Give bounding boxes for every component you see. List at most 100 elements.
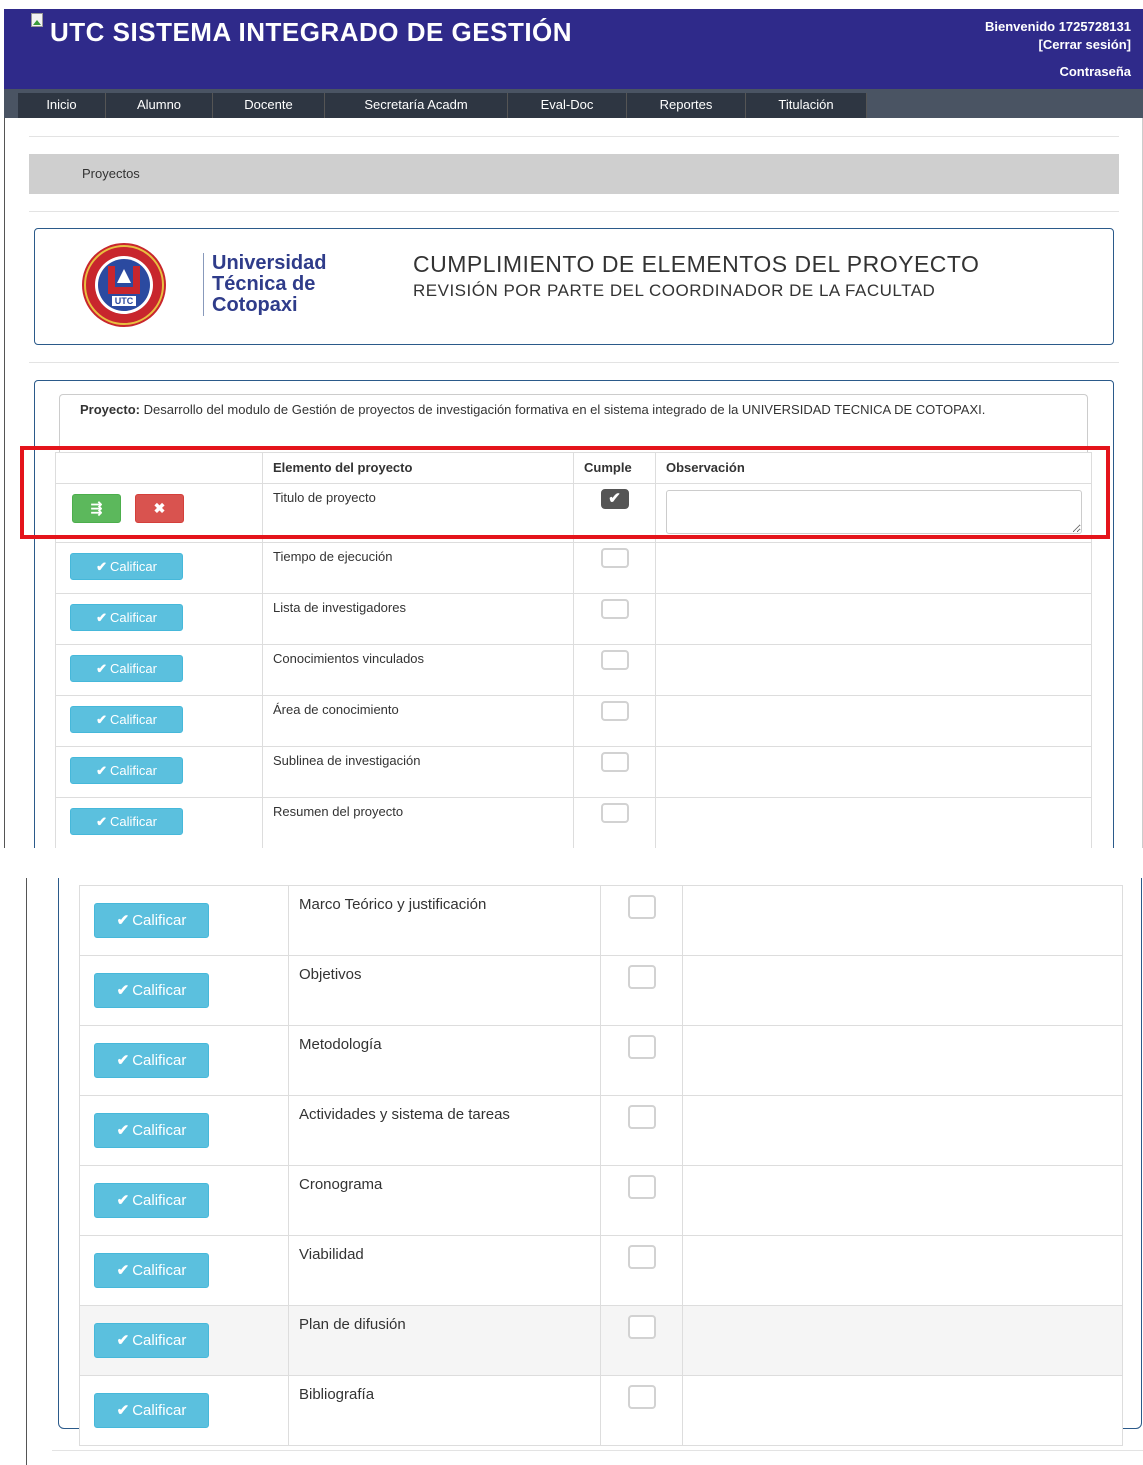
cumple-checkbox[interactable] (627, 965, 656, 989)
row-actions: ✔ Calificar (55, 593, 263, 645)
divider (29, 362, 1119, 363)
cumple-checkbox[interactable] (627, 1385, 656, 1409)
row-actions: ✔ Calificar (55, 746, 263, 798)
row-actions: ✔ Calificar (79, 1165, 289, 1236)
cumple-cell (573, 542, 656, 594)
cumple-checkbox[interactable] (600, 599, 629, 619)
table-row: ✔ Calificar Conocimientos vinculados (55, 644, 1092, 696)
welcome-text: Bienvenido 1725728131 (985, 19, 1131, 34)
row-actions: ✔ Calificar (79, 1375, 289, 1446)
cumple-cell (600, 1375, 683, 1446)
calificar-button[interactable]: ✔ Calificar (70, 808, 183, 835)
observacion-cell (655, 695, 1092, 747)
check-icon: ✔ (116, 1122, 130, 1139)
calificar-button[interactable]: ✔ Calificar (94, 1393, 209, 1428)
nav-eval-doc[interactable]: Eval-Doc (508, 93, 627, 118)
observacion-cell (682, 1165, 1123, 1236)
element-name: Sublinea de investigación (262, 746, 574, 798)
cumple-checkbox[interactable] (600, 548, 629, 568)
element-name: Metodología (288, 1025, 601, 1096)
check-icon: ✔ (116, 1332, 130, 1349)
row-actions: ✔ Calificar (79, 885, 289, 956)
check-icon: ✔ (116, 912, 130, 929)
check-icon: ✔ (116, 982, 130, 999)
row-actions: ✔ Calificar (79, 1305, 289, 1376)
cumple-cell (573, 695, 656, 747)
element-name: Objetivos (288, 955, 601, 1026)
cumple-checkbox[interactable] (627, 1035, 656, 1059)
cumple-cell (600, 955, 683, 1026)
table-row: ✔ Calificar Sublinea de investigación (55, 746, 1092, 798)
breadcrumb-item[interactable]: Proyectos (82, 166, 140, 181)
element-name: Bibliografía (288, 1375, 601, 1446)
calificar-button[interactable]: ✔ Calificar (94, 1183, 209, 1218)
calificar-button[interactable]: ✔ Calificar (94, 903, 209, 938)
check-icon: ✔ (96, 559, 107, 574)
page-title: CUMPLIMIENTO DE ELEMENTOS DEL PROYECTO (413, 251, 980, 277)
divider (29, 136, 1119, 137)
calificar-button[interactable]: ✔ Calificar (94, 1043, 209, 1078)
cumple-checkbox[interactable] (627, 1315, 656, 1339)
calificar-button[interactable]: ✔ Calificar (70, 655, 183, 682)
cumple-cell (573, 644, 656, 696)
observacion-cell (655, 746, 1092, 798)
observacion-cell (655, 644, 1092, 696)
broken-image-icon (31, 13, 45, 29)
page-border-left (26, 878, 27, 1465)
row-actions: ✔ Calificar (79, 955, 289, 1026)
cumple-checkbox[interactable] (600, 752, 629, 772)
check-icon: ✔ (96, 610, 107, 625)
calificar-button[interactable]: ✔ Calificar (94, 1253, 209, 1288)
elements-table: ✔ Calificar Marco Teórico y justificación… (79, 885, 1123, 1446)
cumple-checkbox[interactable] (600, 650, 629, 670)
nav-docente[interactable]: Docente (213, 93, 325, 118)
cumple-cell (600, 1305, 683, 1376)
element-name: Resumen del proyecto (262, 797, 574, 848)
row-actions: ✔ Calificar (79, 1235, 289, 1306)
element-name: Conocimientos vinculados (262, 644, 574, 696)
cumple-checkbox[interactable] (627, 1175, 656, 1199)
cumple-checkbox[interactable] (627, 895, 656, 919)
cumple-checkbox[interactable] (600, 803, 629, 823)
table-row: ✔ Calificar Marco Teórico y justificación (79, 885, 1123, 956)
table-row: ✔ Calificar Resumen del proyecto (55, 797, 1092, 848)
cumple-checkbox[interactable] (600, 701, 629, 721)
table-row: ✔ Calificar Viabilidad (79, 1235, 1123, 1306)
screenshot-bottom: ✔ Calificar Marco Teórico y justificación… (0, 878, 1143, 1465)
check-icon: ✔ (96, 712, 107, 727)
university-seal-icon: UTC (82, 243, 166, 327)
element-name: Cronograma (288, 1165, 601, 1236)
calificar-button[interactable]: ✔ Calificar (70, 706, 183, 733)
row-actions: ✔ Calificar (79, 1025, 289, 1096)
breadcrumb: Proyectos (29, 154, 1119, 194)
cumple-cell (573, 593, 656, 645)
row-actions: ✔ Calificar (55, 797, 263, 848)
calificar-button[interactable]: ✔ Calificar (94, 973, 209, 1008)
check-icon: ✔ (96, 763, 107, 778)
cumple-cell (573, 746, 656, 798)
calificar-button[interactable]: ✔ Calificar (70, 757, 183, 784)
password-link[interactable]: Contraseña (1059, 64, 1131, 79)
calificar-button[interactable]: ✔ Calificar (70, 553, 183, 580)
nav-inicio[interactable]: Inicio (18, 93, 106, 118)
observacion-cell (682, 1305, 1123, 1376)
row-actions: ✔ Calificar (55, 695, 263, 747)
observacion-cell (682, 885, 1123, 956)
nav-secretaria[interactable]: Secretaría Acadm (325, 93, 508, 118)
observacion-cell (682, 1025, 1123, 1096)
nav-titulacion[interactable]: Titulación (746, 93, 867, 118)
table-row: ✔ Calificar Actividades y sistema de tare… (79, 1095, 1123, 1166)
cumple-checkbox[interactable] (627, 1105, 656, 1129)
calificar-button[interactable]: ✔ Calificar (70, 604, 183, 631)
cumple-cell (573, 797, 656, 848)
cumple-checkbox[interactable] (627, 1245, 656, 1269)
observacion-cell (655, 797, 1092, 848)
calificar-button[interactable]: ✔ Calificar (94, 1113, 209, 1148)
calificar-button[interactable]: ✔ Calificar (94, 1323, 209, 1358)
observacion-cell (682, 1235, 1123, 1306)
table-row: ✔ Calificar Cronograma (79, 1165, 1123, 1236)
logout-link[interactable]: [Cerrar sesión] (985, 36, 1131, 54)
nav-reportes[interactable]: Reportes (627, 93, 746, 118)
nav-alumno[interactable]: Alumno (106, 93, 213, 118)
element-name: Marco Teórico y justificación (288, 885, 601, 956)
